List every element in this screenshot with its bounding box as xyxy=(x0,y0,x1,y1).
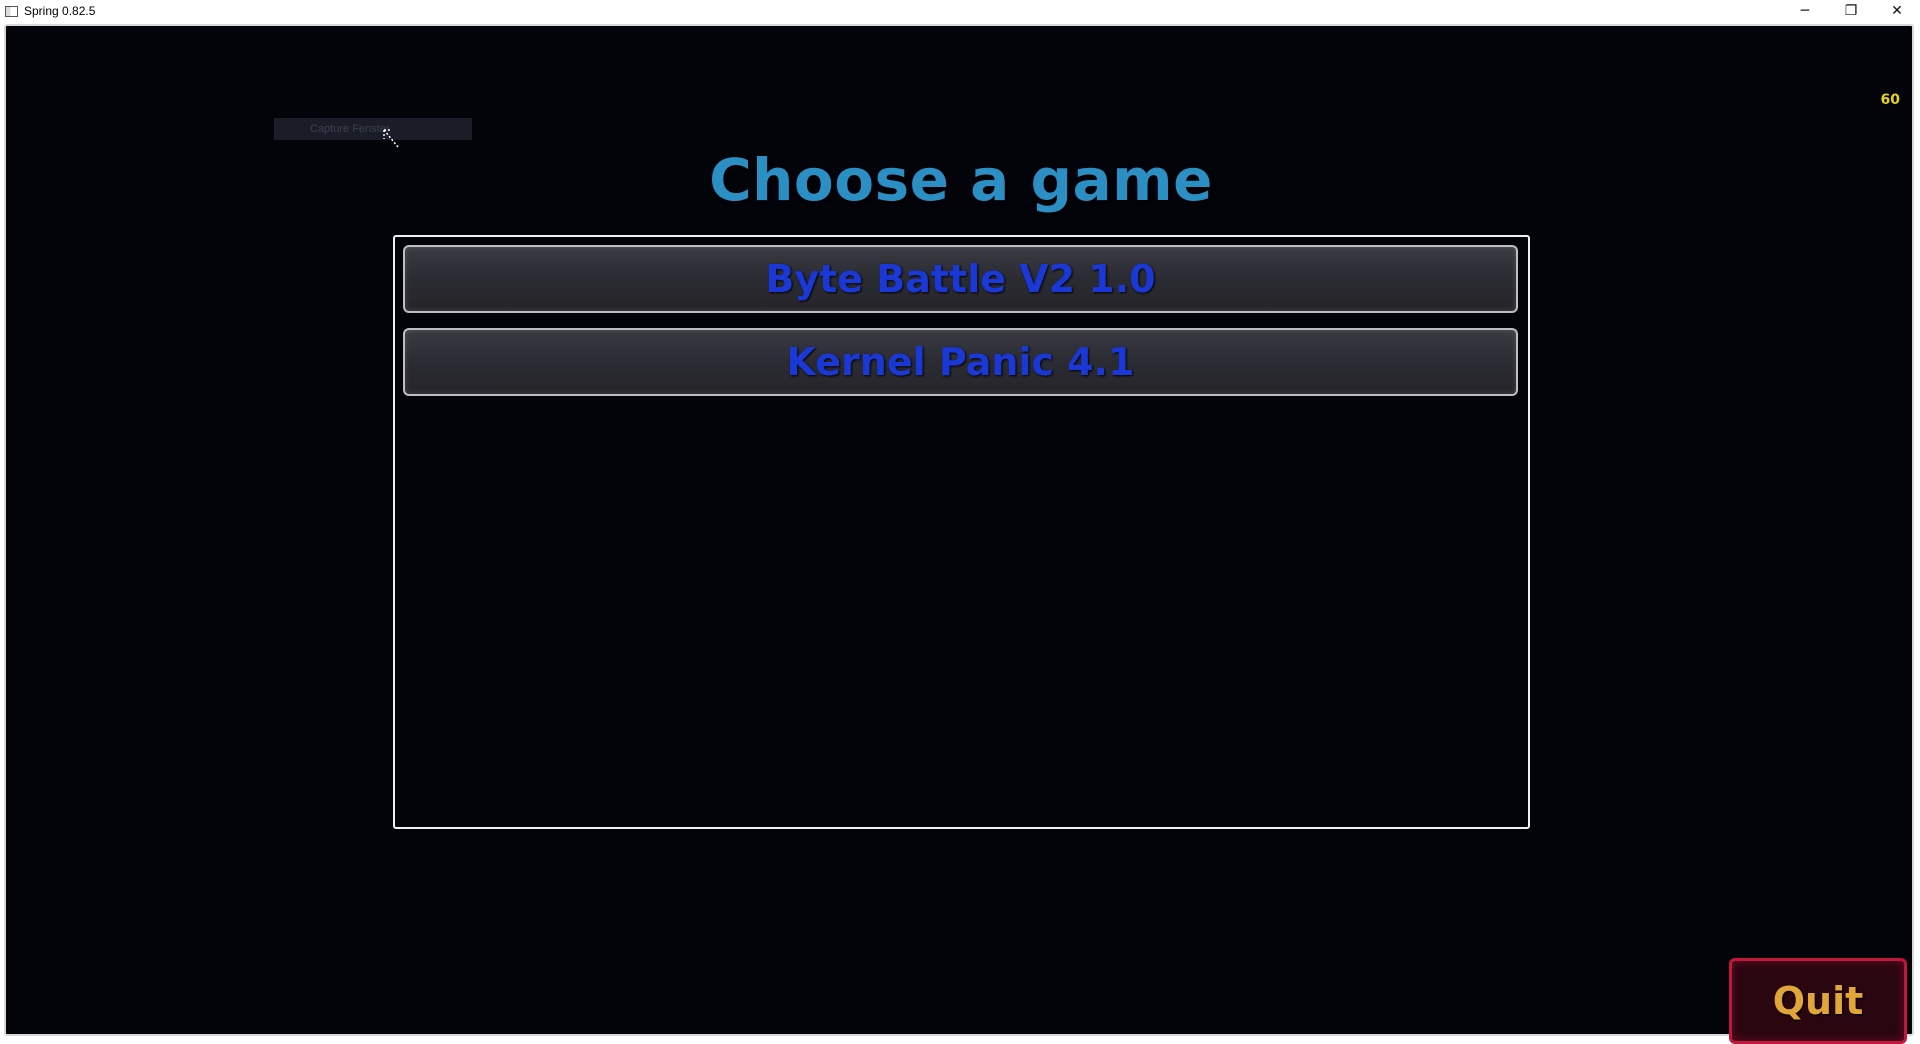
capture-tooltip: Capture Fenster xyxy=(274,118,472,140)
window-title: Spring 0.82.5 xyxy=(24,4,96,18)
window-controls: ─ ❐ ✕ xyxy=(1782,0,1920,22)
game-list: Byte Battle V2 1.0 Kernel Panic 4.1 xyxy=(393,235,1530,829)
window-titlebar[interactable]: Spring 0.82.5 ─ ❐ ✕ xyxy=(0,0,1920,22)
page-title: Choose a game xyxy=(709,146,1213,214)
restore-icon[interactable]: ❐ xyxy=(1828,0,1874,22)
quit-button[interactable]: Quit xyxy=(1729,958,1907,1044)
app-icon xyxy=(5,5,18,17)
fps-counter: 60 xyxy=(1880,92,1900,108)
close-icon[interactable]: ✕ xyxy=(1874,0,1920,22)
game-item-byte-battle[interactable]: Byte Battle V2 1.0 xyxy=(403,245,1518,313)
game-item-kernel-panic[interactable]: Kernel Panic 4.1 xyxy=(403,328,1518,396)
game-viewport: 60 Capture Fenster Choose a game Byte Ba… xyxy=(4,24,1914,1044)
minimize-icon[interactable]: ─ xyxy=(1782,0,1828,22)
